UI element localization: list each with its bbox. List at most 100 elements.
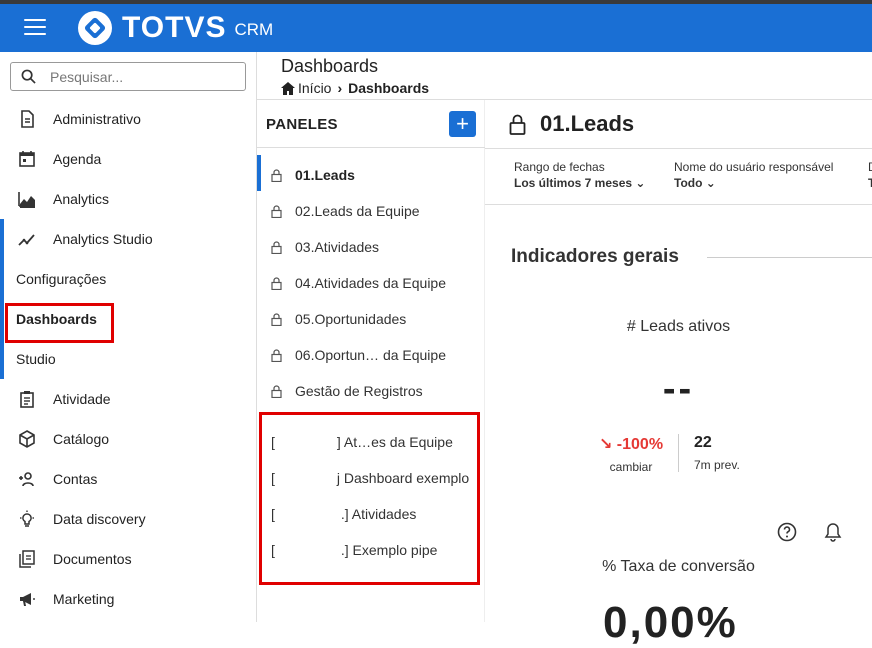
filter-responsible-user[interactable]: Nome do usuário responsável Todo ⌄ [674, 160, 833, 190]
breadcrumb-current: Dashboards [348, 80, 430, 96]
search-input[interactable] [50, 68, 220, 85]
kpi-value: -- [662, 368, 695, 410]
sidebar-item-marketing[interactable]: Marketing [0, 579, 256, 619]
breadcrumb-home[interactable]: Início [298, 80, 331, 96]
sidebar-item-agenda[interactable]: Agenda [0, 139, 256, 179]
help-icon[interactable] [777, 522, 797, 542]
lightbulb-icon [20, 510, 34, 527]
lock-icon [509, 114, 526, 135]
panel-item[interactable]: 02.Leads da Equipe [257, 193, 485, 229]
panel-item[interactable]: 01.Leads [257, 157, 485, 193]
panel-item-label: 01.Leads [295, 167, 355, 183]
shared-panel-label: [.] Atividades [271, 506, 417, 522]
panels-list: PANELES + 01.Leads 02.Leads da Equipe 03… [257, 100, 485, 622]
sidebar-item-label: Atividade [53, 391, 111, 407]
panel-item-label: Gestão de Registros [295, 383, 423, 399]
kpi-previous-value: 22 [694, 434, 712, 451]
sidebar-item-analytics-studio[interactable]: Analytics Studio [0, 219, 256, 259]
logo[interactable]: TOTVS CRM [76, 9, 273, 47]
divider [707, 257, 872, 258]
lock-icon [271, 312, 282, 326]
filter-value[interactable]: T [868, 176, 872, 190]
panel-item[interactable]: 04.Atividades da Equipe [257, 265, 485, 301]
sidebar-subitem-configuracoes[interactable]: Configurações [0, 259, 256, 299]
filter-label: Rango de fechas [514, 160, 605, 174]
panel-item-label: 02.Leads da Equipe [295, 203, 420, 219]
cube-icon [19, 430, 35, 448]
breadcrumb: Início › Dashboards [281, 80, 429, 96]
kpi-previous: 22 7m prev. [694, 434, 740, 472]
sidebar-subitem-studio[interactable]: Studio [0, 339, 256, 379]
sidebar-item-atividade[interactable]: Atividade [0, 379, 256, 419]
kpi-change-label: cambiar [609, 460, 653, 474]
search-box[interactable] [10, 62, 246, 91]
divider [485, 148, 872, 149]
arrow-down-right-icon: ↘ [598, 436, 613, 453]
sidebar-item-analytics[interactable]: Analytics [0, 179, 256, 219]
kpi-change: ↘ -100% cambiar [591, 434, 671, 474]
divider [485, 204, 872, 205]
add-group-icon [19, 472, 34, 487]
sidebar-item-label: Documentos [53, 551, 132, 567]
sidebar-item-documentos[interactable]: Documentos [0, 539, 256, 579]
panel-item[interactable]: 06.Oportun… da Equipe [257, 337, 485, 373]
lock-icon [271, 240, 282, 254]
filter-date-range[interactable]: Rango de fechas Los últimos 7 meses ⌄ [514, 160, 645, 190]
trend-icon [18, 234, 35, 246]
brand-name: TOTVS [122, 11, 227, 44]
menu-icon[interactable] [24, 19, 46, 37]
sidebar-item-administrativo[interactable]: Administrativo [0, 99, 256, 139]
shared-panel-label: [j Dashboard exemplo [271, 470, 470, 486]
filter-value[interactable]: Los últimos 7 meses ⌄ [514, 176, 645, 190]
page-header: Dashboards Início › Dashboards [257, 52, 872, 100]
shared-panel-item[interactable]: [j Dashboard exemplo [257, 460, 485, 496]
sidebar-item-label: Analytics [53, 191, 110, 207]
filter-partial[interactable]: D T [868, 160, 872, 190]
panel-item-label: 05.Oportunidades [295, 311, 407, 327]
filter-label: Nome do usuário responsável [674, 160, 834, 174]
panel-item[interactable]: 03.Atividades [257, 229, 485, 265]
clipboard-icon [20, 391, 34, 408]
sidebar-subitem-label: Configurações [16, 271, 107, 287]
divider [678, 434, 679, 472]
panel-item[interactable]: 05.Oportunidades [257, 301, 485, 337]
lock-icon [271, 276, 282, 290]
lock-icon [271, 348, 282, 362]
sidebar-subitem-label: Studio [16, 351, 56, 367]
filter-label: D [868, 160, 872, 174]
sidebar-item-label: Analytics Studio [53, 231, 153, 247]
panel-item-label: 04.Atividades da Equipe [295, 275, 446, 291]
shared-panel-item[interactable]: [] At…es da Equipe [257, 424, 485, 460]
bell-icon[interactable] [824, 522, 842, 542]
shared-panel-item[interactable]: [.] Exemplo pipe [257, 532, 485, 568]
filter-value[interactable]: Todo ⌄ [674, 176, 833, 190]
product-name: CRM [234, 20, 274, 39]
lock-icon [271, 204, 282, 218]
sidebar-item-label: Administrativo [53, 111, 141, 127]
home-icon[interactable] [281, 81, 295, 95]
sidebar-item-catalogo[interactable]: Catálogo [0, 419, 256, 459]
chevron-down-icon: ⌄ [705, 176, 716, 190]
calendar-icon [19, 151, 35, 167]
sidebar: Administrativo Agenda Analytics Analytic… [0, 52, 257, 622]
sidebar-item-label: Data discovery [53, 511, 146, 527]
shared-panel-label: [] At…es da Equipe [271, 434, 453, 450]
shared-panel-item[interactable]: [.] Atividades [257, 496, 485, 532]
lock-icon [271, 168, 282, 182]
sidebar-item-contas[interactable]: Contas [0, 459, 256, 499]
kpi-value: 0,00% [603, 598, 738, 647]
panel-item-label: 06.Oportun… da Equipe [295, 347, 446, 363]
megaphone-icon [20, 593, 35, 606]
documents-icon [19, 550, 35, 568]
lock-icon [271, 384, 282, 398]
dashboard-title: 01.Leads [509, 111, 634, 137]
panel-item[interactable]: Gestão de Registros [257, 373, 485, 409]
sidebar-item-data-discovery[interactable]: Data discovery [0, 499, 256, 539]
sidebar-item-label: Marketing [53, 591, 115, 607]
add-panel-button[interactable]: + [449, 111, 476, 137]
dashboard-title-text: 01.Leads [540, 111, 635, 136]
chevron-down-icon: ⌄ [635, 176, 646, 190]
highlight-box [5, 303, 114, 343]
area-chart-icon [18, 192, 35, 208]
shared-panel-label: [.] Exemplo pipe [271, 542, 438, 558]
